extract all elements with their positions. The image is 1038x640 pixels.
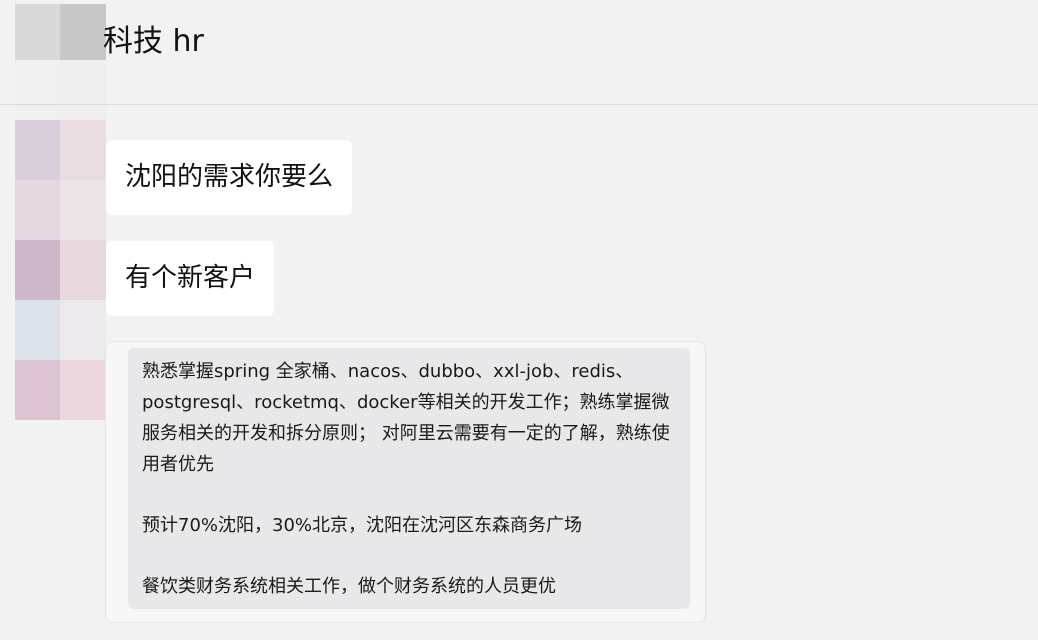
quoted-message-content: 熟悉掌握spring 全家桶、nacos、dubbo、xxl-job、redis… — [128, 348, 690, 609]
chat-title: 科技 hr — [103, 24, 204, 59]
quoted-message-card[interactable]: 熟悉掌握spring 全家桶、nacos、dubbo、xxl-job、redis… — [105, 341, 706, 623]
message-text: 沈阳的需求你要么 — [125, 162, 334, 192]
quote-paragraph: 预计70%沈阳，30%北京，沈阳在沈河区东森商务广场 — [142, 515, 583, 536]
message-bubble[interactable]: 沈阳的需求你要么 — [106, 140, 353, 215]
chat-header: 科技 hr — [0, 0, 1038, 105]
quote-paragraph: 餐饮类财务系统相关工作，做个财务系统的人员更优 — [142, 576, 556, 597]
message-bubble[interactable]: 有个新客户 — [106, 241, 275, 316]
message-text: 有个新客户 — [125, 263, 256, 293]
quote-paragraph: 熟悉掌握spring 全家桶、nacos、dubbo、xxl-job、redis… — [142, 361, 670, 475]
